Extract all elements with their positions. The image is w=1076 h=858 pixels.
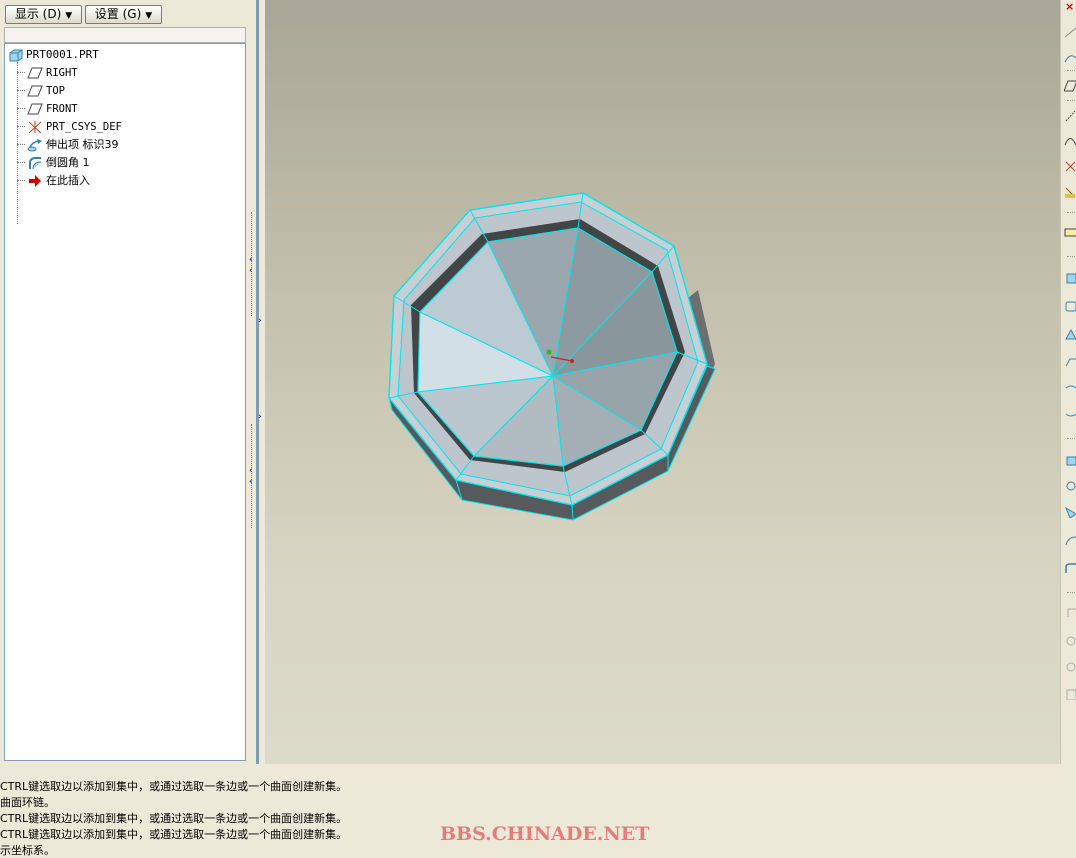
tree-root-part[interactable]: PRT0001.PRT xyxy=(9,46,99,64)
feature-toolbar: × xyxy=(1060,0,1076,764)
datum-plane-icon xyxy=(27,67,43,79)
insert-here-arrow-icon xyxy=(29,175,41,187)
tree-item-label: 伸出项 标识39 xyxy=(46,138,119,151)
mirror-tool-icon[interactable] xyxy=(1064,660,1076,672)
message-line: CTRL键选取边以添加到集中，或通过选取一条边或一个曲面创建新集。 xyxy=(0,812,348,825)
coordinate-system-icon xyxy=(28,121,42,134)
extrude-tool-icon[interactable] xyxy=(1064,272,1076,284)
close-icon[interactable]: × xyxy=(1065,0,1074,13)
tree-item-round[interactable]: 倒圆角 1 xyxy=(27,154,90,172)
tree-item-label: RIGHT xyxy=(46,67,78,79)
datum-axis-tool-icon[interactable] xyxy=(1064,110,1076,122)
watermark: BBS.CHINADE.NET xyxy=(440,823,650,845)
tree-item-front[interactable]: FRONT xyxy=(27,100,78,118)
round-tool-icon[interactable] xyxy=(1064,562,1076,574)
round-icon xyxy=(29,157,42,170)
message-line: 曲面环链。 xyxy=(0,796,55,809)
part-icon xyxy=(9,49,23,61)
tree-item-label: 倒圆角 1 xyxy=(46,156,90,169)
tree-item-right[interactable]: RIGHT xyxy=(27,64,78,82)
draft-tool-icon[interactable] xyxy=(1064,534,1076,546)
tree-filter-bar[interactable] xyxy=(4,27,246,43)
tree-item-label: TOP xyxy=(46,85,65,97)
revolve-tool-icon[interactable] xyxy=(1064,300,1076,312)
tree-item-label: 在此插入 xyxy=(46,174,90,187)
tree-connector xyxy=(17,62,18,224)
tree-item-label: PRT_CSYS_DEF xyxy=(46,121,122,133)
model-tree[interactable]: PRT0001.PRT RIGHT TOP FRONT PRT_CSYS_DEF… xyxy=(4,43,246,761)
settings-menu-button[interactable]: 设置 (G) ▼ xyxy=(85,5,162,24)
message-line: CTRL键选取边以添加到集中，或通过选取一条边或一个曲面创建新集。 xyxy=(0,828,348,841)
datum-curve-icon[interactable] xyxy=(1064,52,1076,64)
extrude-icon xyxy=(27,139,42,152)
shell-tool-icon[interactable] xyxy=(1064,480,1076,492)
splitter-line xyxy=(256,0,259,764)
hole-tool-icon[interactable] xyxy=(1064,454,1076,466)
display-menu-button[interactable]: 显示 (D) ▼ xyxy=(5,5,82,24)
datum-point-icon[interactable] xyxy=(1064,160,1076,172)
variable-section-sweep-icon[interactable] xyxy=(1064,328,1076,340)
tree-root-label: PRT0001.PRT xyxy=(26,48,99,61)
pattern-tool-icon[interactable] xyxy=(1064,634,1076,646)
collapse-left-icon[interactable]: ‹ xyxy=(249,266,253,276)
merge-tool-icon[interactable] xyxy=(1064,688,1076,700)
chamfer-tool-icon[interactable] xyxy=(1064,606,1076,618)
tree-item-top[interactable]: TOP xyxy=(27,82,65,100)
display-menu-label: 显示 (D) xyxy=(14,7,62,21)
collapse-left-icon[interactable]: ‹ xyxy=(249,255,253,265)
message-line: CTRL键选取边以添加到集中，或通过选取一条边或一个曲面创建新集。 xyxy=(0,780,348,793)
datum-axis-icon[interactable] xyxy=(1064,26,1076,38)
chevron-down-icon: ▼ xyxy=(65,11,73,21)
sketch-curve-icon[interactable] xyxy=(1064,134,1076,146)
blend-tool-icon[interactable] xyxy=(1064,356,1076,368)
tree-item-extrude[interactable]: 伸出项 标识39 xyxy=(27,136,119,154)
settings-menu-label: 设置 (G) xyxy=(94,7,142,21)
datum-plane-icon xyxy=(27,103,43,115)
coordinate-system-tool-icon[interactable] xyxy=(1064,186,1076,198)
rib-tool-icon[interactable] xyxy=(1064,506,1076,518)
tree-item-label: FRONT xyxy=(46,103,78,115)
style-tool-icon[interactable] xyxy=(1064,382,1076,394)
part-model[interactable] xyxy=(265,0,1060,764)
sketch-tool-icon[interactable] xyxy=(1064,226,1076,238)
model-tree-panel: 显示 (D) ▼ 设置 (G) ▼ PRT0001.PRT RIGHT TOP FR… xyxy=(0,0,250,764)
chevron-down-icon: ▼ xyxy=(145,11,153,21)
message-line: 示坐标系。 xyxy=(0,844,55,857)
datum-plane-icon xyxy=(27,85,43,97)
datum-plane-icon[interactable] xyxy=(1064,80,1076,92)
navigator-tabs[interactable] xyxy=(30,0,140,10)
tree-item-csys[interactable]: PRT_CSYS_DEF xyxy=(27,118,122,136)
collapse-left-icon[interactable]: ‹ xyxy=(249,477,253,487)
collapse-left-icon[interactable]: ‹ xyxy=(249,466,253,476)
tree-item-insert-here[interactable]: 在此插入 xyxy=(27,172,90,190)
graphics-window[interactable] xyxy=(265,0,1060,764)
warp-tool-icon[interactable] xyxy=(1064,408,1076,420)
